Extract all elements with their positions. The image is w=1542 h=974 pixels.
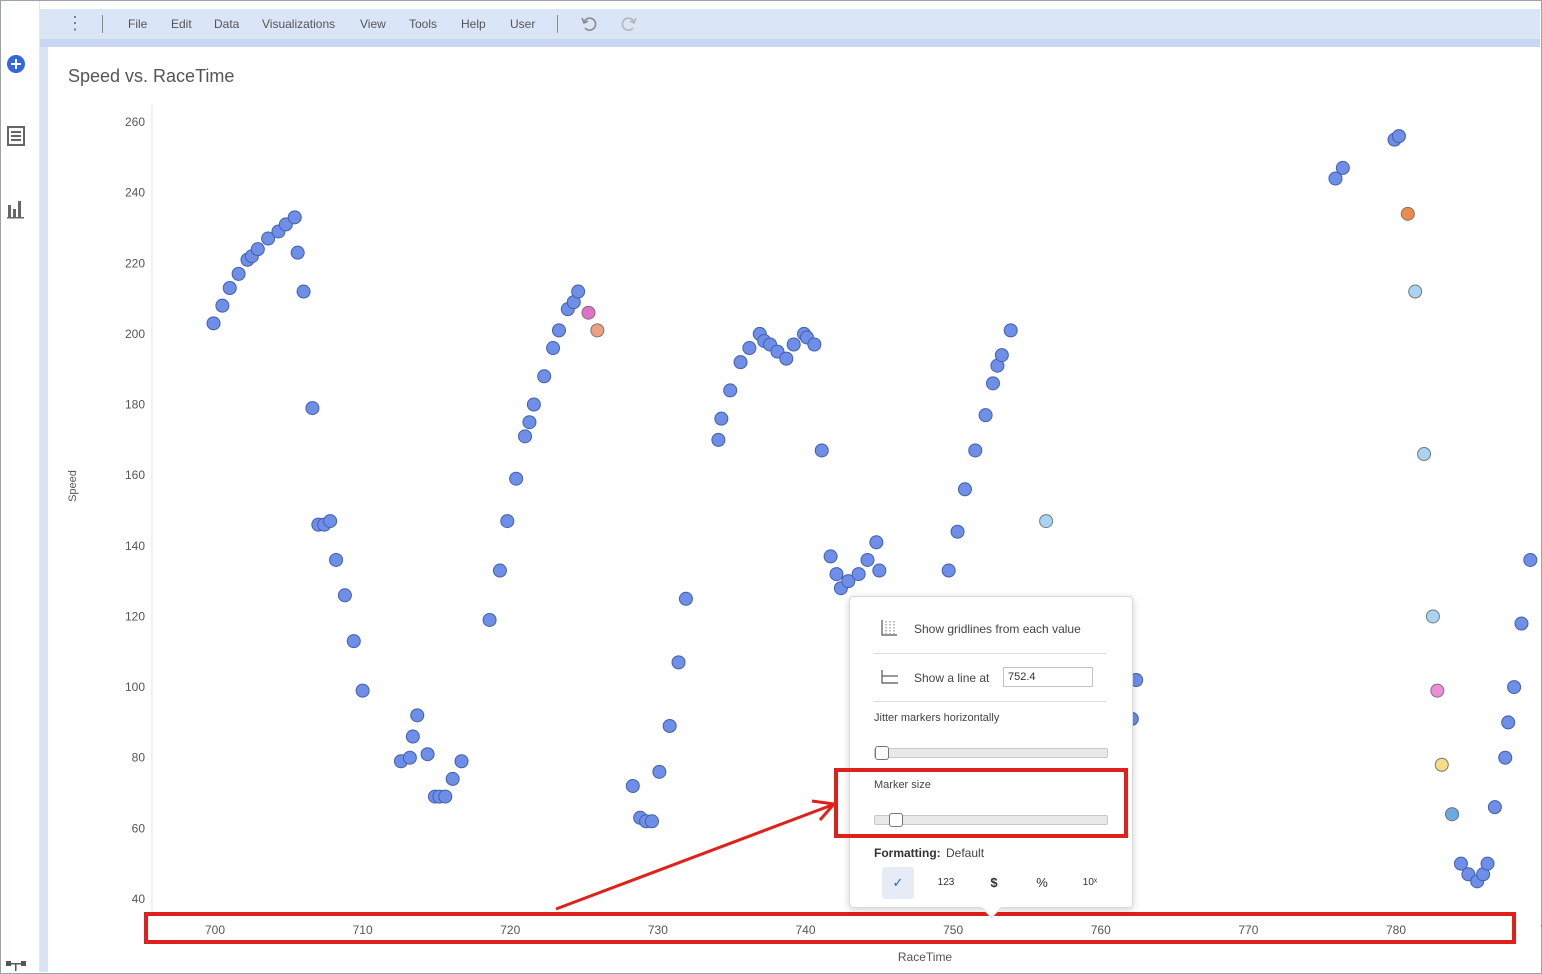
- annotation-arrow-shaft: [555, 803, 833, 911]
- annotation-arrow: [555, 799, 837, 911]
